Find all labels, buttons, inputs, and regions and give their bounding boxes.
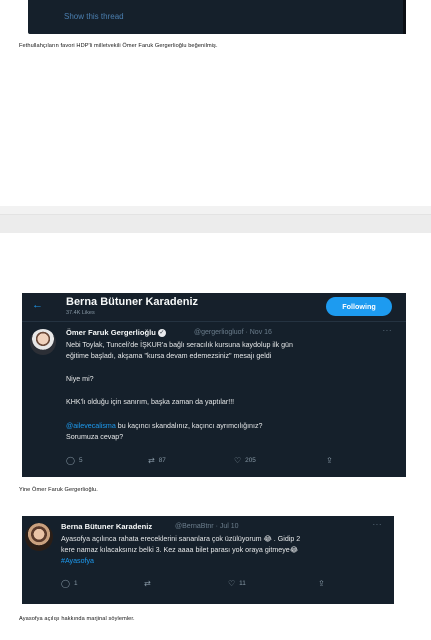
like-action[interactable]: ♡ 11 (228, 579, 246, 588)
following-button[interactable]: Following (326, 297, 392, 316)
retweet-action[interactable]: ⇄ (144, 579, 155, 588)
handle-date: @BernaBtnr · Jul 10 (175, 523, 239, 530)
retweet-action[interactable]: ⇄ 87 (148, 456, 166, 465)
share-icon: ⇪ (326, 456, 333, 465)
author-name[interactable]: Ömer Faruk Gergerlioğlu ✓ (66, 328, 166, 337)
profile-likes-count: 37.4K Likes (66, 310, 95, 316)
retweet-count: 87 (158, 457, 166, 465)
mention-rest: bu kaçıncı skandalınız, kaçıncı ayrımcıl… (115, 422, 263, 430)
share-action[interactable]: ⇪ (326, 456, 337, 465)
retweet-icon: ⇄ (148, 456, 155, 465)
author-name[interactable]: Berna Bütuner Karadeniz (61, 522, 152, 531)
heart-icon: ♡ (234, 456, 242, 465)
like-count: 205 (245, 457, 256, 465)
like-action[interactable]: ♡ 205 (234, 456, 256, 465)
reply-action[interactable]: ◯ 5 (66, 456, 83, 465)
avatar[interactable] (25, 523, 53, 551)
profile-header: ← Berna Bütuner Karadeniz 37.4K Likes Fo… (22, 293, 406, 322)
author-name-text: Ömer Faruk Gergerlioğlu (66, 328, 156, 337)
mention-link[interactable]: @ailevecalisma (66, 422, 116, 430)
like-count: 11 (239, 580, 246, 588)
more-options-icon[interactable]: ··· (373, 520, 383, 529)
caption-3: Ayasofya açılışı hakkında marjinal söyle… (19, 616, 135, 622)
share-action[interactable]: ⇪ (318, 579, 329, 588)
share-icon: ⇪ (318, 579, 325, 588)
tweet-line-4: KHK'lı olduğu için sanırım, başka zaman … (66, 398, 235, 406)
page-break-bottom (0, 215, 431, 233)
page-break-top (0, 206, 431, 214)
reply-action[interactable]: ◯ 1 (61, 579, 78, 588)
tweet-line-1: Ayasofya açılınca rahata ereceklerini sa… (61, 535, 301, 543)
caption-2: Yine Ömer Faruk Gergerlioğlu. (19, 487, 98, 493)
tweet-line-5: @ailevecalisma bu kaçıncı skandalınız, k… (66, 421, 262, 432)
tweet-screenshot-top: Show this thread (28, 0, 406, 34)
tweet-line-1: Nebi Toylak, Tunceli'de İŞKUR'a bağlı se… (66, 341, 293, 349)
show-thread-link[interactable]: Show this thread (64, 12, 124, 21)
tweet-line-6: Sorumuza cevap? (66, 433, 124, 441)
tweet-screenshot-2: ← Berna Bütuner Karadeniz 37.4K Likes Fo… (22, 293, 406, 477)
tweet-edge (403, 0, 406, 34)
reply-count: 1 (73, 580, 78, 588)
tweet-line-3: Niye mi? (66, 375, 94, 383)
hashtag-link[interactable]: #Ayasofya (61, 556, 94, 567)
verified-badge-icon: ✓ (157, 329, 166, 337)
tweet-line-2: eğitime başladı, akşama "kursa devam ede… (66, 352, 272, 360)
heart-icon: ♡ (228, 579, 236, 588)
profile-title: Berna Bütuner Karadeniz (66, 296, 199, 308)
reply-icon: ◯ (61, 579, 70, 588)
retweet-icon: ⇄ (144, 579, 151, 588)
tweet-screenshot-3: Berna Bütuner Karadeniz @BernaBtnr · Jul… (22, 516, 394, 604)
avatar[interactable] (30, 329, 56, 355)
reply-icon: ◯ (66, 456, 75, 465)
caption-1: Fethullahçıların favori HDP'li milletvek… (19, 43, 218, 49)
handle-date: @gergerliogluof · Nov 16 (194, 329, 272, 336)
arrow-left-icon[interactable]: ← (32, 299, 43, 311)
more-options-icon[interactable]: ··· (383, 326, 393, 335)
tweet-line-2: kere namaz kılacaksınız belki 3. Kez aaa… (61, 546, 298, 554)
reply-count: 5 (78, 457, 83, 465)
